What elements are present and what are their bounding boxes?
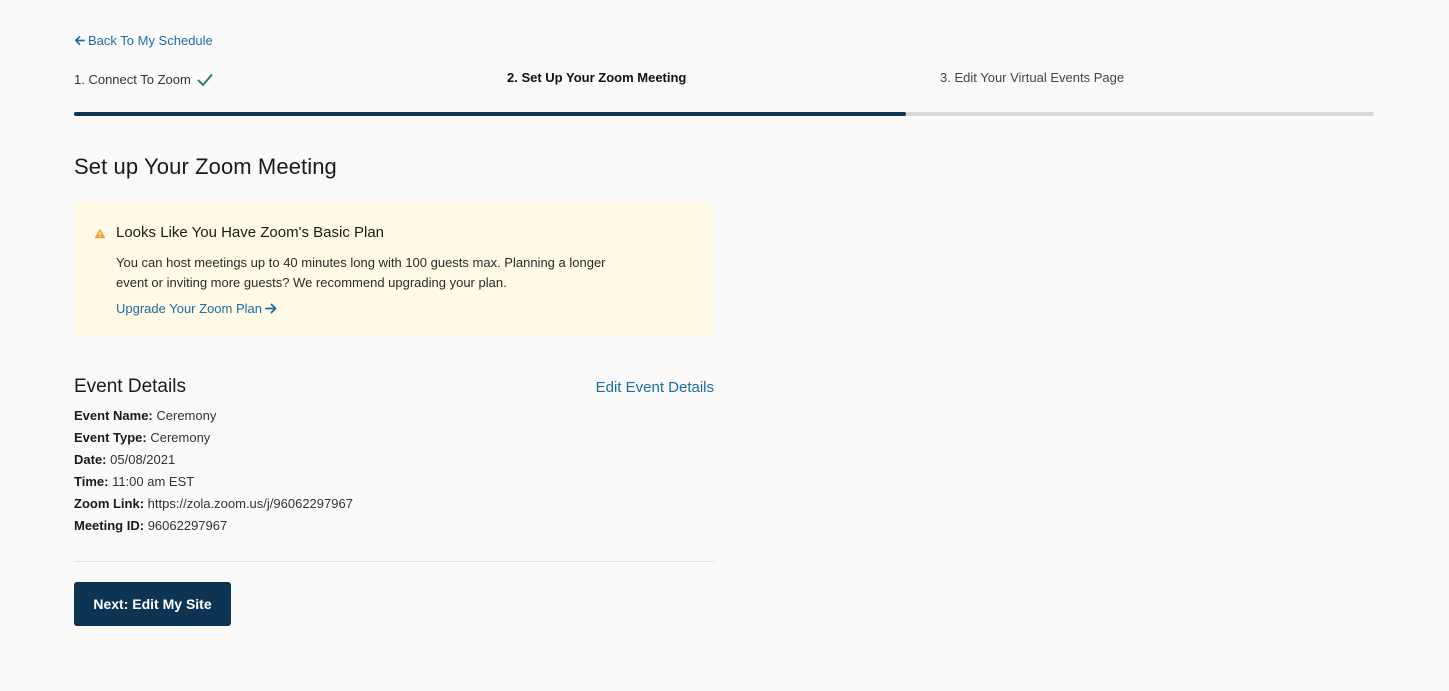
back-to-schedule-link[interactable]: Back To My Schedule (74, 33, 213, 48)
detail-value: Ceremony (156, 408, 217, 423)
detail-date: Date: 05/08/2021 (74, 449, 353, 471)
upgrade-link-label: Upgrade Your Zoom Plan (116, 301, 262, 316)
page-title: Set up Your Zoom Meeting (74, 154, 337, 179)
arrow-left-icon (75, 36, 85, 45)
upgrade-zoom-plan-link[interactable]: Upgrade Your Zoom Plan (116, 301, 277, 316)
step-label: 3. Edit Your Virtual Events Page (940, 70, 1125, 85)
notice-body: You can host meetings up to 40 minutes l… (116, 255, 606, 290)
step-label: 1. Connect To Zoom (74, 72, 191, 87)
detail-value: https://zola.zoom.us/j/96062297967 (147, 496, 353, 511)
warning-icon (94, 228, 106, 239)
arrow-right-icon (265, 303, 277, 314)
detail-label: Meeting ID: (74, 518, 145, 533)
detail-value: Ceremony (150, 430, 211, 445)
detail-time: Time: 11:00 am EST (74, 471, 353, 493)
basic-plan-notice: Looks Like You Have Zoom's Basic Plan Yo… (74, 203, 714, 336)
progress-bar-fill (74, 112, 906, 116)
event-details-list: Event Name: Ceremony Event Type: Ceremon… (74, 405, 353, 537)
notice-title: Looks Like You Have Zoom's Basic Plan (116, 224, 385, 241)
next-edit-site-button[interactable]: Next: Edit My Site (74, 582, 231, 626)
step-label: 2. Set Up Your Zoom Meeting (507, 70, 687, 85)
detail-event-name: Event Name: Ceremony (74, 405, 353, 427)
step-setup-meeting: 2. Set Up Your Zoom Meeting (507, 70, 686, 85)
detail-label: Zoom Link: (74, 496, 145, 511)
back-link-label: Back To My Schedule (88, 33, 213, 48)
detail-zoom-link: Zoom Link: https://zola.zoom.us/j/960622… (74, 493, 353, 515)
detail-event-type: Event Type: Ceremony (74, 427, 353, 449)
detail-value: 96062297967 (147, 518, 228, 533)
detail-label: Time: (74, 474, 109, 489)
detail-value: 05/08/2021 (110, 452, 176, 467)
progress-bar (74, 112, 1374, 116)
event-details-heading: Event Details (74, 376, 186, 397)
zoom-setup-page: Back To My Schedule 1. Connect To Zoom 2… (0, 0, 1449, 691)
edit-event-details-link[interactable]: Edit Event Details (596, 379, 714, 396)
detail-label: Event Name: (74, 408, 153, 423)
step-edit-virtual-page: 3. Edit Your Virtual Events Page (940, 70, 1124, 85)
detail-label: Date: (74, 452, 107, 467)
step-connect-zoom: 1. Connect To Zoom (74, 72, 213, 87)
detail-meeting-id: Meeting ID: 96062297967 (74, 515, 353, 537)
detail-value: 11:00 am EST (112, 474, 195, 489)
checkmark-icon (197, 73, 213, 86)
section-divider (74, 561, 714, 562)
step-indicator: 1. Connect To Zoom 2. Set Up Your Zoom M… (74, 70, 1374, 90)
detail-label: Event Type: (74, 430, 147, 445)
